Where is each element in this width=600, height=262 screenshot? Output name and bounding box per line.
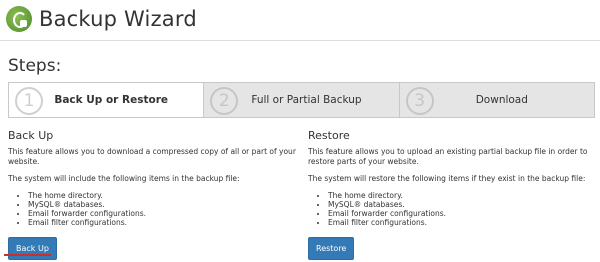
step-download: 3 Download: [400, 83, 594, 117]
restore-description: This feature allows you to upload an exi…: [308, 147, 588, 166]
step-label: Full or Partial Backup: [251, 94, 362, 106]
step-number-3: 3: [405, 87, 434, 115]
restore-heading: Restore: [308, 129, 350, 142]
page-title: Backup Wizard: [39, 7, 197, 31]
backup-section: Back Up This feature allows you to downl…: [8, 129, 298, 260]
list-item: Email filter configurations.: [328, 218, 598, 227]
list-item: MySQL® databases.: [28, 200, 298, 209]
highlight-underline: [4, 254, 51, 256]
backup-items-list: The home directory. MySQL® databases. Em…: [8, 191, 298, 227]
backup-description: This feature allows you to download a co…: [8, 147, 296, 166]
backup-list-intro: The system will include the following it…: [8, 174, 240, 183]
header-divider: [0, 40, 600, 41]
list-item: The home directory.: [328, 191, 598, 200]
list-item: MySQL® databases.: [328, 200, 598, 209]
list-item: Email forwarder configurations.: [28, 209, 298, 218]
step-back-up-or-restore: 1 Back Up or Restore: [9, 83, 205, 117]
step-label: Back Up or Restore: [54, 94, 168, 106]
steps-heading: Steps:: [8, 56, 62, 76]
step-label: Download: [475, 94, 528, 106]
step-number-1: 1: [15, 87, 43, 115]
restore-items-list: The home directory. MySQL® databases. Em…: [308, 191, 598, 227]
page-header: Backup Wizard: [6, 6, 197, 32]
back-up-button[interactable]: Back Up: [8, 237, 57, 260]
step-full-or-partial-backup: 2 Full or Partial Backup: [204, 83, 400, 117]
step-number-2: 2: [210, 87, 239, 115]
backup-wizard-logo-icon: [6, 6, 32, 32]
restore-section: Restore This feature allows you to uploa…: [308, 129, 598, 260]
restore-button[interactable]: Restore: [308, 237, 355, 260]
list-item: The home directory.: [28, 191, 298, 200]
list-item: Email forwarder configurations.: [328, 209, 598, 218]
backup-heading: Back Up: [8, 129, 54, 142]
list-item: Email filter configurations.: [28, 218, 298, 227]
steps-progress-bar: 1 Back Up or Restore 2 Full or Partial B…: [8, 82, 595, 118]
restore-list-intro: The system will restore the following it…: [308, 174, 586, 183]
